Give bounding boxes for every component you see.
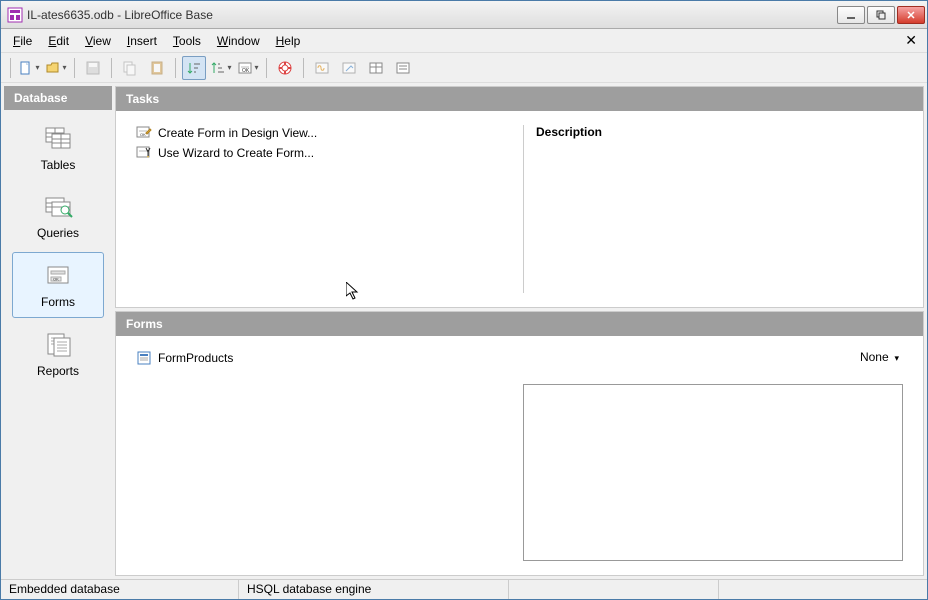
queries-icon <box>42 192 74 220</box>
forms-list: FormProducts <box>136 350 523 561</box>
window-title: IL-ates6635.odb - LibreOffice Base <box>27 8 837 22</box>
tasks-body: OK Create Form in Design View... Use Wiz… <box>116 111 923 307</box>
separator <box>303 58 304 78</box>
table-button[interactable] <box>364 56 388 80</box>
separator <box>266 58 267 78</box>
task-label: Create Form in Design View... <box>158 126 317 140</box>
tables-icon <box>42 124 74 152</box>
paste-button[interactable] <box>145 56 169 80</box>
task-create-form-design[interactable]: OK Create Form in Design View... <box>136 125 523 141</box>
titlebar: IL-ates6635.odb - LibreOffice Base <box>1 1 927 29</box>
sidebar-item-label: Forms <box>41 295 75 309</box>
sidebar-header: Database <box>4 86 112 110</box>
form-item-label: FormProducts <box>158 351 233 365</box>
menu-help[interactable]: Help <box>268 31 309 51</box>
forms-body: FormProducts None ▾ <box>116 336 923 575</box>
menu-tools[interactable]: Tools <box>165 31 209 51</box>
open-button[interactable]: ▾ <box>44 56 68 80</box>
preview-mode-select[interactable]: None ▾ <box>523 350 903 364</box>
task-label: Use Wizard to Create Form... <box>158 146 314 160</box>
macro-button[interactable] <box>310 56 334 80</box>
sidebar-item-queries[interactable]: Queries <box>12 184 104 248</box>
content-column: Tasks OK Create Form in Design View... U… <box>115 86 924 576</box>
status-engine: HSQL database engine <box>239 580 509 599</box>
svg-text:OK: OK <box>53 277 59 282</box>
sidebar-item-label: Queries <box>37 226 79 240</box>
toolbar: ▾ ▾ ▾ OK▾ <box>1 53 927 83</box>
copy-button[interactable] <box>118 56 142 80</box>
menubar: File Edit View Insert Tools Window Help … <box>1 29 927 53</box>
svg-text:OK: OK <box>140 132 146 137</box>
sidebar-items: Tables Queries OK Forms Reports <box>4 110 112 576</box>
window-controls <box>837 6 925 24</box>
form-icon <box>136 350 152 366</box>
document-close-button[interactable]: ✕ <box>899 32 923 49</box>
sidebar-item-label: Reports <box>37 364 79 378</box>
menu-file[interactable]: File <box>5 31 40 51</box>
status-empty <box>509 580 719 599</box>
tasks-header: Tasks <box>116 87 923 111</box>
preview-mode-label: None <box>860 350 889 364</box>
menu-edit[interactable]: Edit <box>40 31 77 51</box>
forms-icon: OK <box>42 261 74 289</box>
form-item[interactable]: FormProducts <box>136 350 523 366</box>
design-button[interactable] <box>337 56 361 80</box>
forms-panel: Forms FormProducts None ▾ <box>115 311 924 576</box>
wizard-icon <box>136 145 152 161</box>
separator <box>175 58 176 78</box>
toolbar-grip <box>10 58 11 78</box>
description-heading: Description <box>536 125 903 139</box>
new-button[interactable]: ▾ <box>17 56 41 80</box>
tasks-panel: Tasks OK Create Form in Design View... U… <box>115 86 924 308</box>
sidebar-item-label: Tables <box>41 158 76 172</box>
task-description: Description <box>523 125 903 293</box>
menu-view[interactable]: View <box>77 31 119 51</box>
chevron-down-icon: ▾ <box>892 353 899 363</box>
sort-ascending-button[interactable] <box>182 56 206 80</box>
save-button[interactable] <box>81 56 105 80</box>
maximize-button[interactable] <box>867 6 895 24</box>
sort-descending-button[interactable]: ▾ <box>209 56 233 80</box>
menu-insert[interactable]: Insert <box>119 31 165 51</box>
sidebar-item-reports[interactable]: Reports <box>12 322 104 386</box>
task-create-form-wizard[interactable]: Use Wizard to Create Form... <box>136 145 523 161</box>
form-button[interactable]: OK▾ <box>236 56 260 80</box>
database-sidebar: Database Tables Queries OK Forms Reports <box>4 86 112 576</box>
svg-text:OK: OK <box>242 68 250 74</box>
report-button[interactable] <box>391 56 415 80</box>
close-button[interactable] <box>897 6 925 24</box>
application-window: IL-ates6635.odb - LibreOffice Base File … <box>0 0 928 600</box>
form-design-icon: OK <box>136 125 152 141</box>
sidebar-item-tables[interactable]: Tables <box>12 116 104 180</box>
main-area: Database Tables Queries OK Forms Reports <box>1 83 927 579</box>
preview-box <box>523 384 903 561</box>
separator <box>74 58 75 78</box>
menu-window[interactable]: Window <box>209 31 268 51</box>
statusbar: Embedded database HSQL database engine <box>1 579 927 599</box>
forms-header: Forms <box>116 312 923 336</box>
help-button[interactable] <box>273 56 297 80</box>
app-icon <box>7 7 23 23</box>
separator <box>111 58 112 78</box>
minimize-button[interactable] <box>837 6 865 24</box>
status-empty-2 <box>719 580 927 599</box>
task-list: OK Create Form in Design View... Use Wiz… <box>136 125 523 293</box>
forms-preview-column: None ▾ <box>523 350 903 561</box>
status-db-type: Embedded database <box>1 580 239 599</box>
reports-icon <box>42 330 74 358</box>
sidebar-item-forms[interactable]: OK Forms <box>12 252 104 318</box>
